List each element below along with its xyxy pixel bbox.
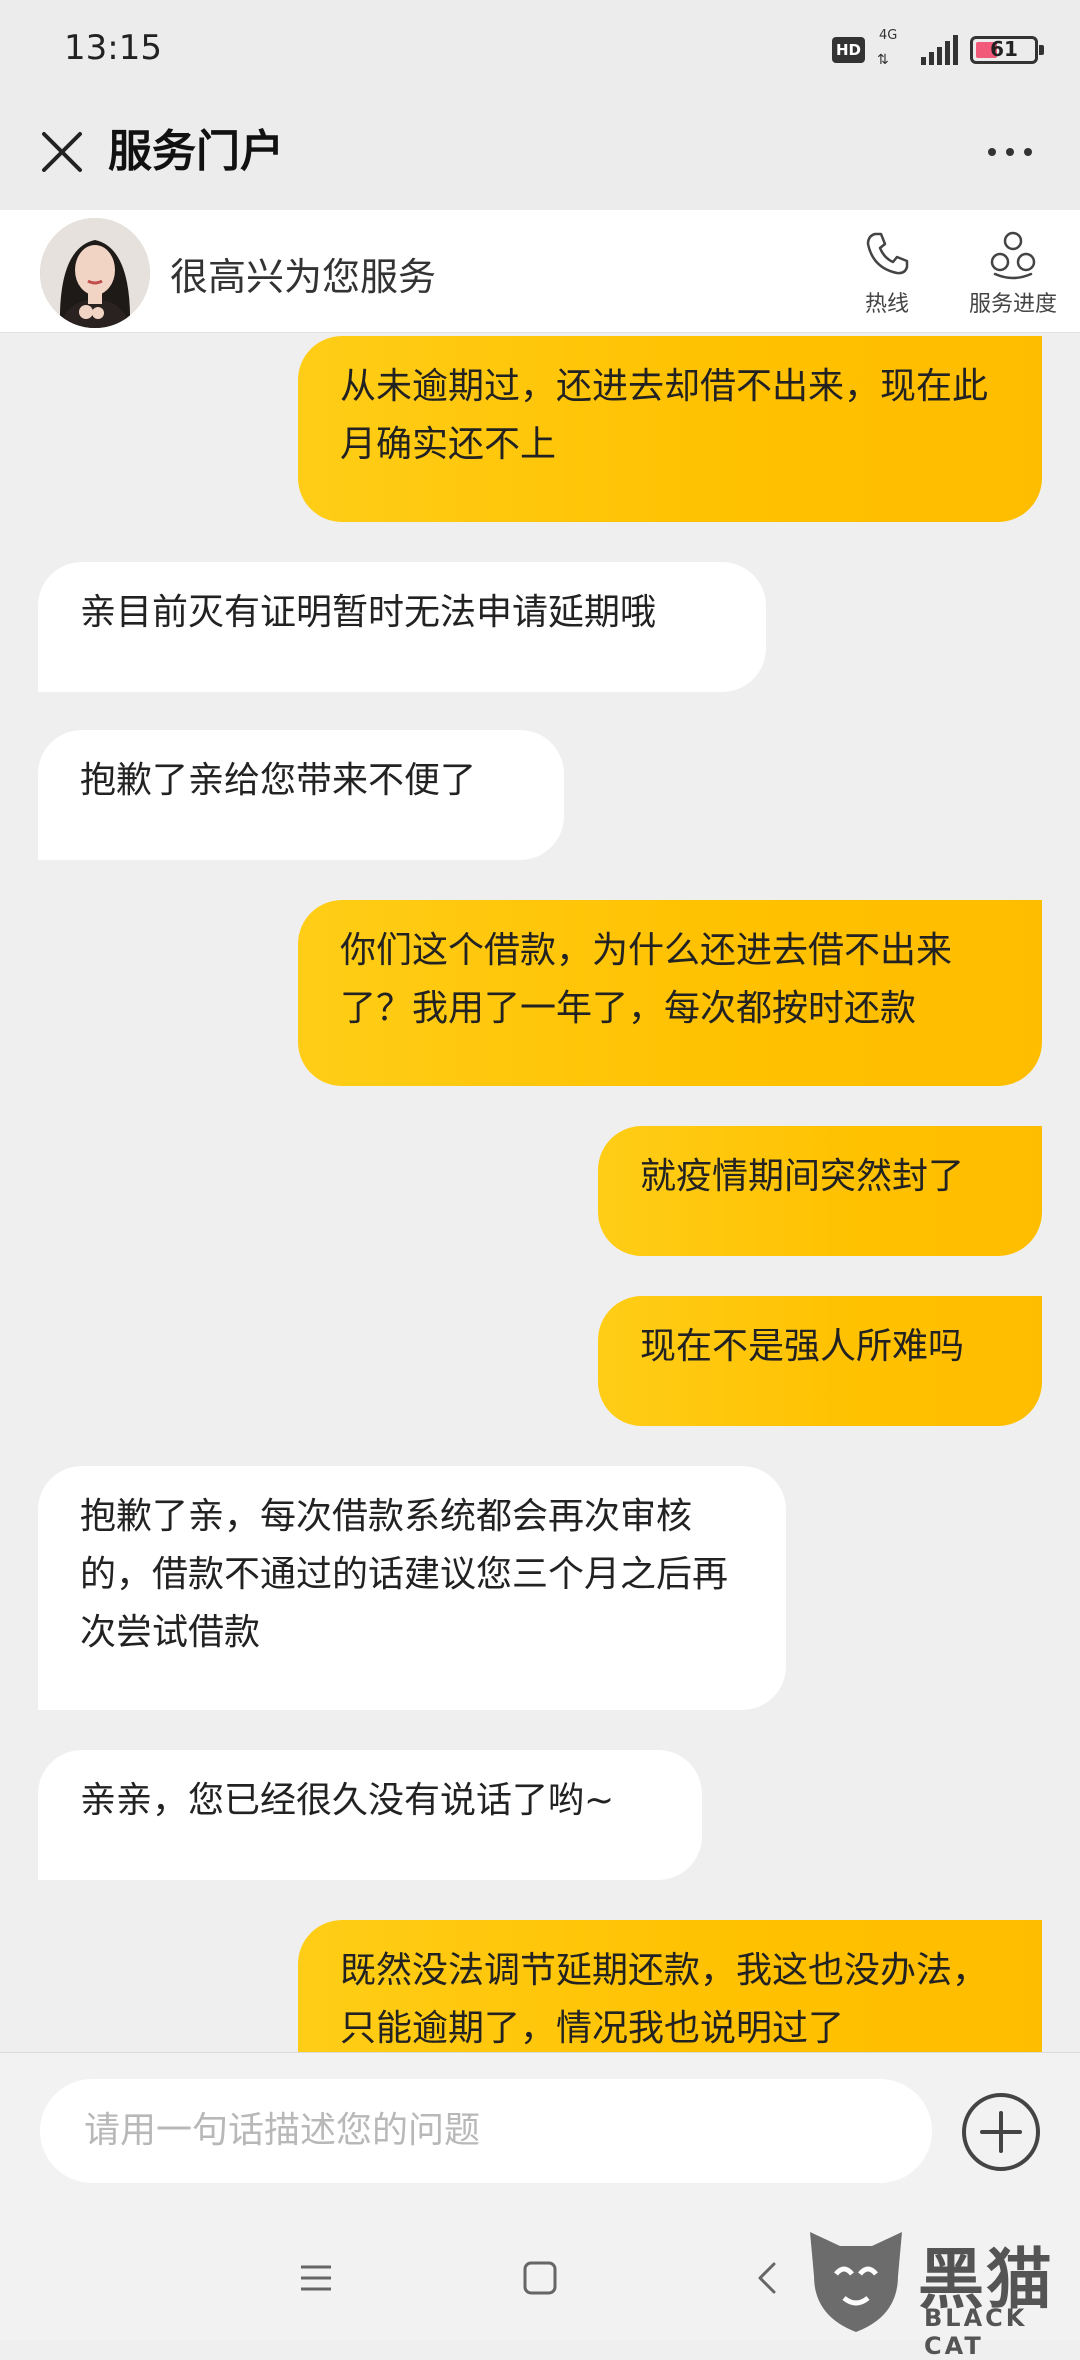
service-progress-icon [990,231,1036,280]
input-bar: 请用一句话描述您的问题 [0,2052,1080,2211]
status-bar: 13:15 HD 4G ⇅ 61 [0,0,1080,96]
service-progress-button[interactable]: 服务进度 [958,226,1068,326]
hd-icon: HD [831,37,865,63]
more-dot-icon [1006,148,1014,156]
hotline-label: 热线 [864,292,909,317]
back-button[interactable] [736,2248,796,2308]
title-bar: 服务门户 [0,96,1080,210]
black-cat-logo-icon [810,2232,902,2332]
agent-header: 很高兴为您服务 热线 服务进度 [0,210,1080,333]
status-time: 13:15 [64,28,162,68]
plus-icon [962,2093,1040,2171]
outgoing-message: 就疫情期间突然封了 [598,1126,1042,1256]
status-icons: HD 4G ⇅ 61 [831,28,1044,70]
network-type-icon: 4G ⇅ [877,28,909,70]
agent-greeting: 很高兴为您服务 [170,255,437,299]
back-chevron-icon [758,2262,776,2294]
outgoing-message: 从未逾期过，还进去却借不出来，现在此月确实还不上 [298,336,1042,522]
add-attachment-button[interactable] [960,2091,1042,2173]
message-input[interactable]: 请用一句话描述您的问题 [40,2079,932,2183]
outgoing-message: 现在不是强人所难吗 [598,1296,1042,1426]
hotline-button[interactable]: 热线 [832,226,942,326]
incoming-message: 抱歉了亲，每次借款系统都会再次审核的，借款不通过的话建议您三个月之后再次尝试借款 [38,1466,786,1710]
phone-icon [866,232,909,275]
page-title: 服务门户 [108,126,284,177]
home-button[interactable] [510,2248,570,2308]
agent-avatar[interactable] [40,218,150,328]
data-arrows-icon: ⇅ [877,52,889,68]
menu-icon [301,2265,331,2291]
network-type-label: 4G [879,28,898,43]
battery-icon: 61 [970,36,1044,64]
recent-apps-button[interactable] [286,2248,346,2308]
close-button[interactable] [28,118,96,186]
watermark: 黑猫 BLACK CAT [800,2222,1080,2360]
agent-avatar-image [40,218,150,328]
outgoing-message: 既然没法调节延期还款，我这也没办法，只能逾期了，情况我也说明过了 [298,1920,1042,2052]
more-options-button[interactable] [970,118,1050,186]
watermark-text-en: BLACK CAT [924,2304,1028,2360]
more-dot-icon [988,148,996,156]
signal-icon [921,35,958,65]
battery-level: 61 [990,37,1018,61]
service-progress-label: 服务进度 [968,292,1057,317]
more-dot-icon [1024,148,1032,156]
incoming-message: 抱歉了亲给您带来不便了 [38,730,564,860]
chat-area[interactable]: 从未逾期过，还进去却借不出来，现在此月确实还不上 亲目前灭有证明暂时无法申请延期… [0,332,1080,2052]
outgoing-message: 你们这个借款，为什么还进去借不出来了？我用了一年了，每次都按时还款 [298,900,1042,1086]
incoming-message: 亲亲，您已经很久没有说话了哟~ [38,1750,702,1880]
home-square-icon [523,2261,557,2295]
close-icon [42,132,82,172]
incoming-message: 亲目前灭有证明暂时无法申请延期哦 [38,562,766,692]
